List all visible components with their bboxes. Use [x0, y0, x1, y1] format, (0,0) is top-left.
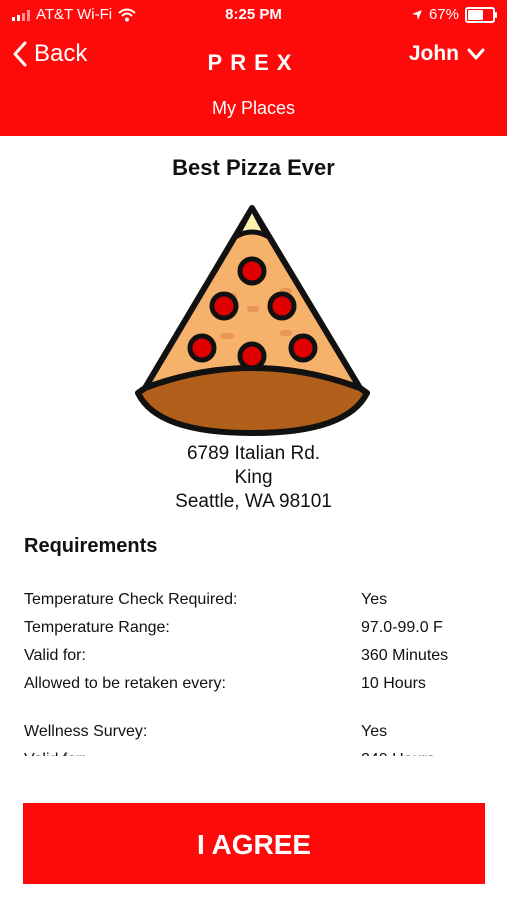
location-arrow-icon: [411, 9, 422, 20]
requirement-value: Yes: [361, 591, 388, 608]
requirement-label: Valid for:: [24, 746, 361, 756]
requirements-heading: Requirements: [24, 535, 158, 557]
user-name: John: [408, 42, 459, 65]
requirements-list[interactable]: Temperature Check Required: Yes Temperat…: [24, 586, 484, 756]
requirement-label: Wellness Survey:: [24, 723, 148, 740]
place-address: 6789 Italian Rd. King Seattle, WA 98101: [0, 442, 507, 514]
user-menu-button[interactable]: John: [409, 42, 485, 66]
requirement-label: Valid for:: [24, 647, 86, 664]
battery-icon: [465, 6, 497, 23]
requirement-label: Temperature Range:: [24, 619, 170, 636]
address-line-2: King: [234, 467, 273, 488]
address-line-3: Seattle, WA 98101: [175, 491, 332, 512]
requirement-row: Temperature Check Required: Yes: [24, 586, 484, 614]
address-line-1: 6789 Italian Rd.: [186, 443, 321, 464]
nav-bar: Back PREX John: [0, 38, 507, 78]
requirement-row: Wellness Survey: Yes: [24, 718, 484, 746]
page-subtitle: My Places: [211, 98, 296, 118]
requirement-value: 10 Hours: [361, 675, 426, 692]
requirement-row: Valid for: 360 Minutes: [24, 642, 484, 670]
requirement-value: Yes: [361, 723, 388, 740]
requirement-row: Valid for: 240 Hours: [24, 746, 484, 756]
requirement-row: Allowed to be retaken every: 10 Hours: [24, 670, 484, 698]
requirement-row: Temperature Range: 97.0-99.0 F: [24, 614, 484, 642]
status-bar: AT&T Wi-Fi 8:25 PM 67%: [0, 6, 507, 26]
requirement-label: Allowed to be retaken every:: [24, 675, 226, 692]
requirement-value: 360 Minutes: [361, 647, 449, 664]
app-header: AT&T Wi-Fi 8:25 PM 67% Back PREX John My…: [0, 0, 507, 136]
requirement-label: Temperature Check Required:: [24, 591, 238, 608]
pizza-slice-icon: [135, 205, 370, 436]
agree-button[interactable]: I AGREE: [23, 803, 485, 884]
requirement-value: 240 Hours: [361, 746, 484, 756]
chevron-down-icon: [467, 48, 485, 60]
place-title: Best Pizza Ever: [172, 155, 335, 180]
requirement-value: 97.0-99.0 F: [361, 619, 443, 636]
battery-percent: 67%: [428, 6, 459, 23]
